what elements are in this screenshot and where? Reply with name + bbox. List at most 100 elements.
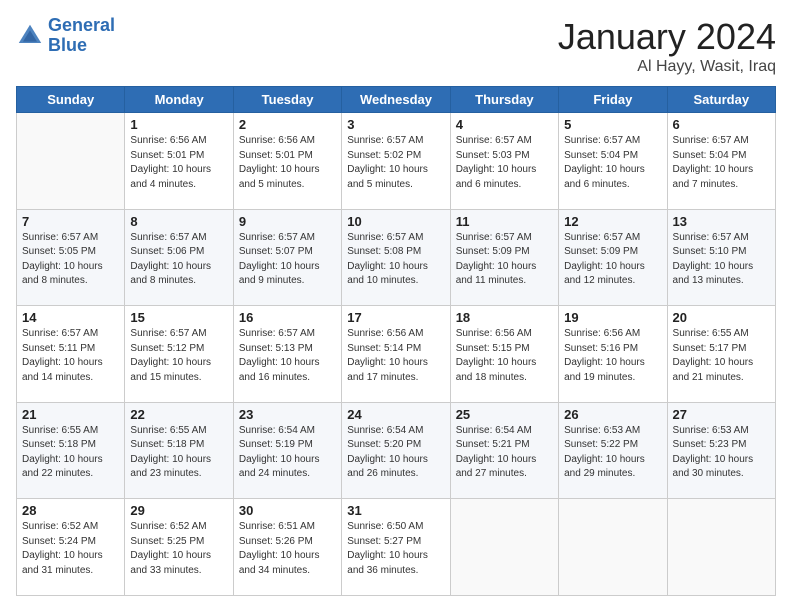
day-number: 25: [456, 407, 553, 422]
day-info: Sunrise: 6:54 AM Sunset: 5:20 PM Dayligh…: [347, 424, 444, 482]
week-row-1: 1 Sunrise: 6:56 AM Sunset: 5:01 PM Daylig…: [17, 113, 776, 210]
day-info: Sunrise: 6:57 AM Sunset: 5:06 PM Dayligh…: [130, 231, 227, 289]
day-info: Sunrise: 6:57 AM Sunset: 5:04 PM Dayligh…: [673, 134, 770, 192]
weekday-header-monday: Monday: [125, 87, 233, 113]
calendar-cell: 3Sunrise: 6:57 AM Sunset: 5:02 PM Daylig…: [342, 113, 450, 210]
day-number: 30: [239, 503, 336, 518]
calendar-cell: 4 Sunrise: 6:57 AM Sunset: 5:03 PM Daylig…: [450, 113, 558, 210]
day-number: 16: [239, 310, 336, 325]
day-number: 6: [673, 117, 770, 132]
logo: General Blue: [16, 16, 115, 56]
calendar-cell: 31 Sunrise: 6:50 AM Sunset: 5:27 PM Dayli…: [342, 499, 450, 596]
title-block: January 2024 Al Hayy, Wasit, Iraq: [558, 16, 776, 76]
calendar-cell: 12Sunrise: 6:57 AM Sunset: 5:09 PM Dayli…: [559, 209, 667, 306]
day-number: 1: [130, 117, 227, 132]
day-info: Sunrise: 6:56 AM Sunset: 5:16 PM Dayligh…: [564, 327, 661, 385]
day-number: 8: [130, 214, 227, 229]
calendar-cell: 22Sunrise: 6:55 AM Sunset: 5:18 PM Dayli…: [125, 402, 233, 499]
calendar-cell: 30 Sunrise: 6:51 AM Sunset: 5:26 PM Dayli…: [233, 499, 341, 596]
calendar-cell: [559, 499, 667, 596]
day-number: 26: [564, 407, 661, 422]
week-row-2: 7 Sunrise: 6:57 AM Sunset: 5:05 PM Daylig…: [17, 209, 776, 306]
weekday-header-tuesday: Tuesday: [233, 87, 341, 113]
day-number: 22: [130, 407, 227, 422]
calendar-cell: [17, 113, 125, 210]
day-number: 4: [456, 117, 553, 132]
calendar-cell: 21 Sunrise: 6:55 AM Sunset: 5:18 PM Dayli…: [17, 402, 125, 499]
day-number: 29: [130, 503, 227, 518]
weekday-header-friday: Friday: [559, 87, 667, 113]
day-info: Sunrise: 6:57 AM Sunset: 5:13 PM Dayligh…: [239, 327, 336, 385]
day-number: 5: [564, 117, 661, 132]
day-info: Sunrise: 6:57 AM Sunset: 5:10 PM Dayligh…: [673, 231, 770, 289]
day-info: Sunrise: 6:56 AM Sunset: 5:15 PM Dayligh…: [456, 327, 553, 385]
week-row-5: 28 Sunrise: 6:52 AM Sunset: 5:24 PM Dayli…: [17, 499, 776, 596]
day-number: 21: [22, 407, 119, 422]
day-number: 13: [673, 214, 770, 229]
calendar-cell: 1 Sunrise: 6:56 AM Sunset: 5:01 PM Daylig…: [125, 113, 233, 210]
day-number: 2: [239, 117, 336, 132]
day-number: 18: [456, 310, 553, 325]
calendar-cell: 7 Sunrise: 6:57 AM Sunset: 5:05 PM Daylig…: [17, 209, 125, 306]
day-number: 9: [239, 214, 336, 229]
calendar-cell: 11 Sunrise: 6:57 AM Sunset: 5:09 PM Dayli…: [450, 209, 558, 306]
day-number: 28: [22, 503, 119, 518]
day-info: Sunrise: 6:56 AM Sunset: 5:01 PM Dayligh…: [130, 134, 227, 192]
location: Al Hayy, Wasit, Iraq: [558, 58, 776, 76]
day-number: 15: [130, 310, 227, 325]
logo-line2: Blue: [48, 35, 87, 55]
day-info: Sunrise: 6:57 AM Sunset: 5:03 PM Dayligh…: [456, 134, 553, 192]
day-info: Sunrise: 6:57 AM Sunset: 5:05 PM Dayligh…: [22, 231, 119, 289]
day-info: Sunrise: 6:54 AM Sunset: 5:21 PM Dayligh…: [456, 424, 553, 482]
calendar-cell: 17Sunrise: 6:56 AM Sunset: 5:14 PM Dayli…: [342, 306, 450, 403]
day-number: 12: [564, 214, 661, 229]
day-info: Sunrise: 6:52 AM Sunset: 5:25 PM Dayligh…: [130, 520, 227, 578]
day-info: Sunrise: 6:50 AM Sunset: 5:27 PM Dayligh…: [347, 520, 444, 578]
day-number: 24: [347, 407, 444, 422]
weekday-header-row: SundayMondayTuesdayWednesdayThursdayFrid…: [17, 87, 776, 113]
week-row-4: 21 Sunrise: 6:55 AM Sunset: 5:18 PM Dayli…: [17, 402, 776, 499]
day-number: 10: [347, 214, 444, 229]
day-number: 11: [456, 214, 553, 229]
month-title: January 2024: [558, 16, 776, 58]
page: General Blue January 2024 Al Hayy, Wasit…: [0, 0, 792, 612]
calendar-cell: 29 Sunrise: 6:52 AM Sunset: 5:25 PM Dayli…: [125, 499, 233, 596]
header: General Blue January 2024 Al Hayy, Wasit…: [16, 16, 776, 76]
day-number: 31: [347, 503, 444, 518]
day-info: Sunrise: 6:51 AM Sunset: 5:26 PM Dayligh…: [239, 520, 336, 578]
calendar-cell: 16 Sunrise: 6:57 AM Sunset: 5:13 PM Dayli…: [233, 306, 341, 403]
calendar-cell: 24 Sunrise: 6:54 AM Sunset: 5:20 PM Dayli…: [342, 402, 450, 499]
calendar-cell: 8 Sunrise: 6:57 AM Sunset: 5:06 PM Daylig…: [125, 209, 233, 306]
calendar-cell: 6 Sunrise: 6:57 AM Sunset: 5:04 PM Daylig…: [667, 113, 775, 210]
logo-line1: General: [48, 15, 115, 35]
day-info: Sunrise: 6:54 AM Sunset: 5:19 PM Dayligh…: [239, 424, 336, 482]
day-info: Sunrise: 6:57 AM Sunset: 5:09 PM Dayligh…: [456, 231, 553, 289]
weekday-header-wednesday: Wednesday: [342, 87, 450, 113]
day-info: Sunrise: 6:57 AM Sunset: 5:04 PM Dayligh…: [564, 134, 661, 192]
day-number: 7: [22, 214, 119, 229]
week-row-3: 14Sunrise: 6:57 AM Sunset: 5:11 PM Dayli…: [17, 306, 776, 403]
calendar-cell: 13 Sunrise: 6:57 AM Sunset: 5:10 PM Dayli…: [667, 209, 775, 306]
calendar-cell: 27 Sunrise: 6:53 AM Sunset: 5:23 PM Dayli…: [667, 402, 775, 499]
logo-text: General Blue: [48, 16, 115, 56]
day-info: Sunrise: 6:57 AM Sunset: 5:08 PM Dayligh…: [347, 231, 444, 289]
day-number: 17: [347, 310, 444, 325]
calendar-cell: 20Sunrise: 6:55 AM Sunset: 5:17 PM Dayli…: [667, 306, 775, 403]
calendar-cell: 25 Sunrise: 6:54 AM Sunset: 5:21 PM Dayli…: [450, 402, 558, 499]
day-info: Sunrise: 6:52 AM Sunset: 5:24 PM Dayligh…: [22, 520, 119, 578]
calendar-cell: 2 Sunrise: 6:56 AM Sunset: 5:01 PM Daylig…: [233, 113, 341, 210]
weekday-header-thursday: Thursday: [450, 87, 558, 113]
day-info: Sunrise: 6:53 AM Sunset: 5:23 PM Dayligh…: [673, 424, 770, 482]
calendar-cell: 18 Sunrise: 6:56 AM Sunset: 5:15 PM Dayli…: [450, 306, 558, 403]
day-info: Sunrise: 6:57 AM Sunset: 5:07 PM Dayligh…: [239, 231, 336, 289]
day-number: 27: [673, 407, 770, 422]
day-info: Sunrise: 6:57 AM Sunset: 5:02 PM Dayligh…: [347, 134, 444, 192]
calendar-cell: 15Sunrise: 6:57 AM Sunset: 5:12 PM Dayli…: [125, 306, 233, 403]
day-info: Sunrise: 6:55 AM Sunset: 5:17 PM Dayligh…: [673, 327, 770, 385]
day-info: Sunrise: 6:56 AM Sunset: 5:01 PM Dayligh…: [239, 134, 336, 192]
calendar-cell: 23Sunrise: 6:54 AM Sunset: 5:19 PM Dayli…: [233, 402, 341, 499]
day-info: Sunrise: 6:57 AM Sunset: 5:11 PM Dayligh…: [22, 327, 119, 385]
day-info: Sunrise: 6:55 AM Sunset: 5:18 PM Dayligh…: [22, 424, 119, 482]
weekday-header-saturday: Saturday: [667, 87, 775, 113]
calendar-table: SundayMondayTuesdayWednesdayThursdayFrid…: [16, 86, 776, 596]
